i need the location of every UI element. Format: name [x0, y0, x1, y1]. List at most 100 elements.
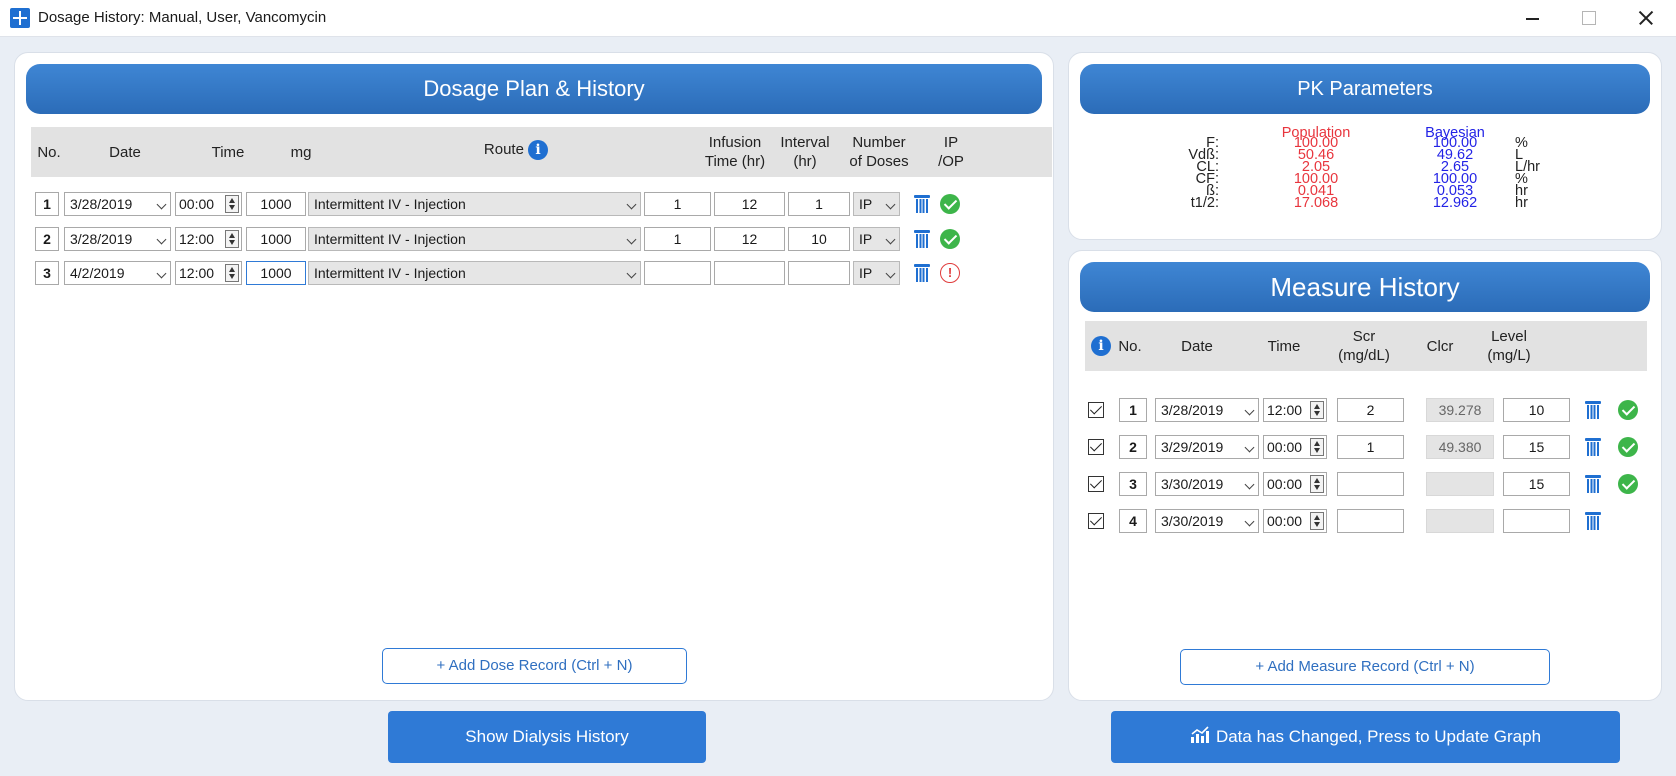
dose-time-stepper[interactable]: 00:00: [175, 192, 242, 216]
dose-route-select[interactable]: Intermittent IV - Injection: [308, 192, 641, 216]
chevron-down-icon: [1244, 516, 1255, 527]
dose-time-stepper[interactable]: 12:00: [175, 227, 242, 251]
check-circle-icon: [1618, 474, 1638, 494]
spinner-icon[interactable]: [225, 264, 239, 282]
dose-ip-value: IP: [859, 196, 873, 212]
dose-infusion-input[interactable]: 1: [644, 192, 711, 216]
measure-clcr-value: [1426, 509, 1494, 533]
measure-include-checkbox[interactable]: [1088, 476, 1104, 492]
dose-route-select[interactable]: Intermittent IV - Injection: [308, 227, 641, 251]
dose-row-number: 3: [35, 261, 59, 285]
route-info-icon[interactable]: i: [528, 140, 549, 161]
chevron-down-icon: [626, 234, 637, 245]
measure-date-picker[interactable]: 3/28/2019: [1155, 398, 1259, 422]
measure-time-value: 00:00: [1267, 513, 1303, 529]
chevron-down-icon: [1244, 405, 1255, 416]
measure-date-picker[interactable]: 3/30/2019: [1155, 509, 1259, 533]
measure-include-checkbox[interactable]: [1088, 439, 1104, 455]
chevron-down-icon: [626, 268, 637, 279]
dosage-panel-header: Dosage Plan & History: [26, 64, 1042, 114]
col-no: No.: [37, 144, 61, 161]
measure-row-number: 3: [1119, 472, 1147, 496]
add-measure-record-button[interactable]: + Add Measure Record (Ctrl + N): [1180, 649, 1550, 685]
window-title: Dosage History: Manual, User, Vancomycin: [38, 9, 327, 26]
dose-date-picker[interactable]: 3/28/2019: [64, 227, 171, 251]
col-route-label: Route: [483, 141, 524, 158]
chevron-down-icon: [626, 199, 637, 210]
measure-scr-input[interactable]: [1337, 472, 1404, 496]
dose-number-input[interactable]: [788, 261, 850, 285]
measure-row-number: 4: [1119, 509, 1147, 533]
dose-mg-input[interactable]: 1000: [246, 261, 306, 285]
dose-row-number: 2: [35, 227, 59, 251]
measure-include-checkbox[interactable]: [1088, 402, 1104, 418]
col-ip-line1: IP: [943, 134, 959, 151]
mcol-scr-line1: Scr: [1352, 328, 1376, 345]
measure-scr-input[interactable]: 1: [1337, 435, 1404, 459]
measure-level-input[interactable]: 15: [1503, 435, 1570, 459]
trash-icon[interactable]: [1585, 475, 1601, 493]
dose-ip-select[interactable]: IP: [853, 192, 900, 216]
show-dialysis-history-button[interactable]: Show Dialysis History: [388, 711, 706, 763]
dose-infusion-input[interactable]: [644, 261, 711, 285]
dose-date-picker[interactable]: 3/28/2019: [64, 192, 171, 216]
measure-date-picker[interactable]: 3/30/2019: [1155, 472, 1259, 496]
dose-mg-input[interactable]: 1000: [246, 192, 306, 216]
measure-level-input[interactable]: [1503, 509, 1570, 533]
spinner-icon[interactable]: [1310, 438, 1324, 456]
dose-route-value: Intermittent IV - Injection: [314, 231, 466, 247]
spinner-icon[interactable]: [225, 195, 239, 213]
trash-icon[interactable]: [914, 195, 930, 213]
dose-time-stepper[interactable]: 12:00: [175, 261, 242, 285]
measure-date-value: 3/29/2019: [1161, 439, 1224, 455]
measure-info-icon[interactable]: i: [1091, 336, 1111, 356]
measure-level-input[interactable]: 10: [1503, 398, 1570, 422]
chevron-down-icon: [885, 199, 896, 210]
dose-interval-input[interactable]: [714, 261, 785, 285]
check-circle-icon: [940, 194, 960, 214]
dose-route-value: Intermittent IV - Injection: [314, 196, 466, 212]
trash-icon[interactable]: [914, 264, 930, 282]
add-dose-record-button[interactable]: + Add Dose Record (Ctrl + N): [382, 648, 687, 684]
maximize-button[interactable]: [1560, 0, 1616, 37]
spinner-icon[interactable]: [1310, 401, 1324, 419]
spinner-icon[interactable]: [225, 230, 239, 248]
dose-ip-select[interactable]: IP: [853, 227, 900, 251]
close-button[interactable]: [1617, 0, 1673, 37]
measure-level-input[interactable]: 15: [1503, 472, 1570, 496]
dose-interval-input[interactable]: 12: [714, 192, 785, 216]
pk-panel-header: PK Parameters: [1080, 64, 1650, 114]
title-bar: Dosage History: Manual, User, Vancomycin: [0, 0, 1676, 37]
dose-date-picker[interactable]: 4/2/2019: [64, 261, 171, 285]
trash-icon[interactable]: [1585, 401, 1601, 419]
spinner-icon[interactable]: [1310, 512, 1324, 530]
dose-interval-input[interactable]: 12: [714, 227, 785, 251]
dosage-column-header: No. Date Time mg Route i Infusion Time (…: [31, 127, 1052, 177]
dose-mg-input[interactable]: 1000: [246, 227, 306, 251]
pk-panel-title: PK Parameters: [1297, 78, 1433, 100]
col-infusion: Infusion Time (hr): [695, 133, 775, 171]
spinner-icon[interactable]: [1310, 475, 1324, 493]
dose-ip-select[interactable]: IP: [853, 261, 900, 285]
mcol-clcr: Clcr: [1426, 338, 1454, 355]
measure-time-stepper[interactable]: 00:00: [1263, 435, 1327, 459]
dose-number-input[interactable]: 1: [788, 192, 850, 216]
minimize-button[interactable]: [1504, 0, 1560, 37]
measure-date-picker[interactable]: 3/29/2019: [1155, 435, 1259, 459]
dose-infusion-input[interactable]: 1: [644, 227, 711, 251]
update-graph-label: Data has Changed, Press to Update Graph: [1215, 727, 1542, 746]
measure-time-stepper[interactable]: 12:00: [1263, 398, 1327, 422]
dose-route-select[interactable]: Intermittent IV - Injection: [308, 261, 641, 285]
measure-include-checkbox[interactable]: [1088, 513, 1104, 529]
dose-number-input[interactable]: 10: [788, 227, 850, 251]
measure-scr-input[interactable]: 2: [1337, 398, 1404, 422]
measure-time-stepper[interactable]: 00:00: [1263, 509, 1327, 533]
trash-icon[interactable]: [914, 230, 930, 248]
measure-time-stepper[interactable]: 00:00: [1263, 472, 1327, 496]
measure-scr-input[interactable]: [1337, 509, 1404, 533]
check-circle-icon: [1618, 400, 1638, 420]
dose-row-number: 1: [35, 192, 59, 216]
trash-icon[interactable]: [1585, 438, 1601, 456]
update-graph-button[interactable]: Data has Changed, Press to Update Graph: [1111, 711, 1620, 763]
trash-icon[interactable]: [1585, 512, 1601, 530]
